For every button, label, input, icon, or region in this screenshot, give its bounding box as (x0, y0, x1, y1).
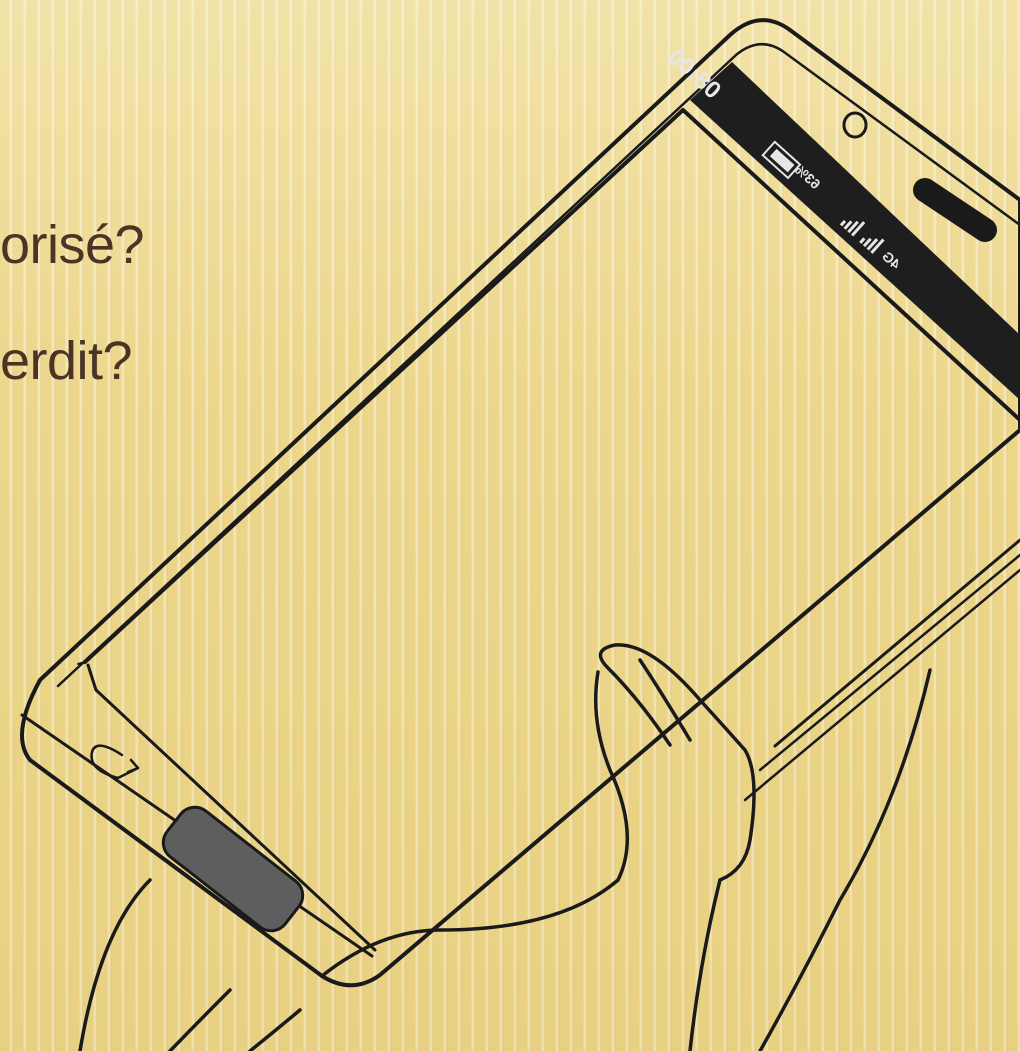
back-button-icon (90, 744, 140, 780)
phone-in-hand-illustration: 08:00 63% 4G (20, 18, 1020, 1051)
slide-background: orisé? erdit? 08:00 63% 4G (0, 0, 1020, 1051)
front-camera-icon (842, 111, 868, 139)
earpiece-speaker (913, 178, 997, 242)
